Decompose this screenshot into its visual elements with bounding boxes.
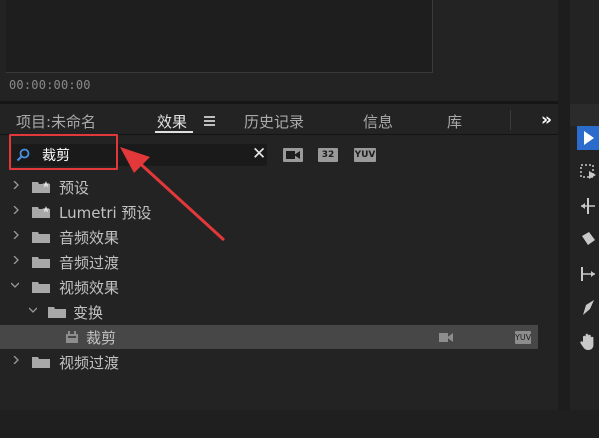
folder-icon — [32, 357, 50, 368]
tree-item-audio-transitions[interactable]: 音频过渡 — [0, 250, 538, 274]
yuv-badge-icon: YUV — [515, 331, 532, 344]
tree-item-label: 变换 — [73, 304, 104, 322]
ripple-edit-icon[interactable] — [577, 194, 599, 218]
chevron-down-icon[interactable] — [29, 306, 37, 314]
slip-icon[interactable] — [577, 262, 599, 286]
chevron-right-icon[interactable] — [12, 256, 20, 264]
panel-menu-icon[interactable] — [204, 116, 215, 126]
clear-search-button[interactable]: ✕ — [252, 144, 266, 164]
tree-item-lumetri-presets[interactable]: Lumetri 预设 — [0, 200, 538, 224]
razor-icon[interactable] — [577, 228, 599, 252]
active-tab-indicator — [155, 131, 193, 133]
tab-info[interactable]: 信息 — [363, 111, 393, 132]
track-select-icon[interactable] — [577, 160, 599, 184]
tree-item-label: 预设 — [59, 179, 90, 197]
tree-item-crop[interactable]: 裁剪 YUV — [0, 325, 538, 349]
hand-icon[interactable] — [577, 330, 599, 354]
tree-item-video-effects[interactable]: 视频效果 — [0, 275, 538, 299]
effect-icon — [66, 331, 78, 343]
tree-item-label: 视频效果 — [59, 279, 120, 297]
panel-tab-bar: 项目:未命名 效果 历史记录 信息 库 — [0, 104, 558, 135]
chevron-right-icon[interactable] — [12, 181, 20, 189]
chevron-down-icon[interactable] — [11, 281, 19, 289]
tab-overflow-button[interactable]: » — [541, 110, 552, 130]
tools-panel — [577, 126, 599, 376]
annotation-highlight-box — [9, 134, 118, 170]
tab-separator — [510, 110, 511, 130]
selection-tool-icon[interactable] — [577, 126, 599, 150]
tree-item-presets[interactable]: 预设 — [0, 175, 538, 199]
tree-item-label: Lumetri 预设 — [59, 204, 152, 222]
tab-libraries[interactable]: 库 — [447, 111, 462, 132]
chevron-right-icon[interactable] — [12, 356, 20, 364]
status-bar — [0, 410, 599, 438]
timecode-display[interactable]: 00:00:00:00 — [9, 78, 91, 92]
folder-icon — [32, 282, 50, 293]
tree-item-transform[interactable]: 变换 — [0, 300, 538, 324]
tab-effects[interactable]: 效果 — [157, 111, 187, 132]
32-bit-color-icon[interactable]: 32 — [318, 148, 338, 162]
tools-panel-header — [570, 104, 599, 126]
special-folder-icon — [32, 206, 50, 218]
panel-footer — [0, 370, 558, 410]
tree-item-label: 音频效果 — [59, 229, 120, 247]
tree-item-label: 裁剪 — [86, 329, 117, 347]
panel-gutter — [558, 0, 570, 438]
folder-icon — [48, 307, 66, 318]
tree-item-label: 音频过渡 — [59, 254, 120, 272]
accelerated-effects-icon[interactable] — [283, 148, 303, 162]
folder-icon — [32, 232, 50, 243]
tab-project[interactable]: 项目:未命名 — [16, 111, 96, 132]
tab-history[interactable]: 历史记录 — [244, 111, 304, 132]
chevron-right-icon[interactable] — [12, 231, 20, 239]
accelerated-badge-icon — [439, 333, 453, 342]
folder-icon — [32, 257, 50, 268]
chevron-right-icon[interactable] — [12, 206, 20, 214]
pen-icon[interactable] — [577, 296, 599, 320]
program-monitor — [6, 0, 433, 73]
yuv-effects-icon[interactable]: YUV — [354, 148, 376, 162]
tree-item-audio-effects[interactable]: 音频效果 — [0, 225, 538, 249]
special-folder-icon — [32, 181, 50, 193]
